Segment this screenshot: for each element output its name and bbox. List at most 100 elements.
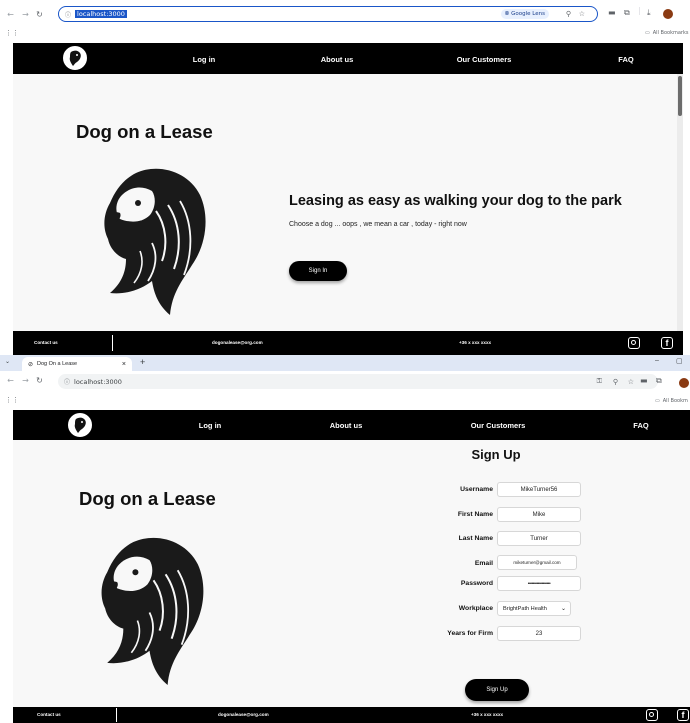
- tab-dog-on-a-lease[interactable]: ⊘ Dog On a Lease ×: [22, 357, 132, 371]
- first-name-label: First Name: [457, 511, 493, 518]
- zoom-icon[interactable]: ⚲: [613, 378, 618, 386]
- instagram-icon[interactable]: [628, 337, 640, 349]
- nav-log-in[interactable]: Log in: [193, 55, 216, 64]
- download-icon[interactable]: ⤓: [647, 8, 651, 18]
- nav-about-us[interactable]: About us: [321, 55, 354, 64]
- profile-avatar-icon[interactable]: [679, 378, 689, 388]
- footer-contact[interactable]: Contact us: [34, 340, 58, 345]
- new-tab-button[interactable]: +: [140, 357, 145, 367]
- star-icon[interactable]: ☆: [579, 10, 585, 18]
- years-for-firm-label: Years for Firm: [447, 630, 493, 637]
- site-footer: Contact us dogonalease@org.com +36 x xxx…: [13, 707, 690, 723]
- dog-logo-icon[interactable]: [68, 413, 92, 437]
- hero-subline: Choose a dog ... oops , we mean a car , …: [289, 221, 467, 228]
- site-nav: Log in About us Our Customers FAQ: [13, 43, 683, 74]
- signup-title: Sign Up: [471, 447, 521, 462]
- browser-chrome-top: ← → ↻ ⓘ localhost:3000 ⦾ Google Lens ⚲ ☆…: [0, 0, 690, 43]
- workplace-label: Workplace: [458, 605, 493, 612]
- reload-icon[interactable]: ↻: [34, 10, 45, 19]
- url-text[interactable]: localhost:3000: [75, 10, 127, 18]
- tab-search-icon[interactable]: ⌄: [5, 358, 10, 365]
- divider: |: [638, 6, 641, 15]
- footer-phone: +36 x xxx xxxx: [471, 712, 504, 717]
- zoom-icon[interactable]: ⚲: [566, 10, 571, 18]
- profile-avatar-icon[interactable]: [663, 9, 673, 19]
- forward-arrow-icon[interactable]: →: [20, 10, 31, 19]
- sign-up-button[interactable]: Sign Up: [465, 679, 529, 701]
- username-field[interactable]: MikeTurner56: [497, 482, 581, 497]
- all-bookmarks[interactable]: ▭ All Bookm: [655, 398, 688, 404]
- extensions-icon[interactable]: ⧉: [656, 376, 662, 386]
- tab-strip: ⌄ ⊘ Dog On a Lease × + – ▢: [0, 355, 690, 371]
- info-icon[interactable]: ⓘ: [65, 10, 71, 19]
- google-lens-chip[interactable]: ⦾ Google Lens: [500, 9, 549, 19]
- years-for-firm-field[interactable]: 23: [497, 626, 581, 641]
- footer-email[interactable]: dogonalease@org.com: [212, 340, 263, 345]
- workplace-selected-value: BrightPath Health: [503, 605, 547, 612]
- address-bar[interactable]: ⓘ localhost:3000 ⦾ Google Lens ⚲ ☆: [58, 6, 598, 22]
- minimize-icon[interactable]: –: [655, 357, 659, 364]
- apps-grid-icon[interactable]: ⋮⋮: [5, 396, 19, 404]
- footer-email[interactable]: dogonalease@org.com: [218, 712, 269, 717]
- signup-page: Log in About us Our Customers FAQ Dog on…: [13, 410, 690, 723]
- password-label: Password: [460, 580, 493, 587]
- brand-title: Dog on a Lease: [76, 121, 213, 142]
- instagram-icon[interactable]: [646, 709, 658, 721]
- email-field[interactable]: miketurner@gmail.com: [497, 555, 577, 570]
- workplace-select[interactable]: BrightPath Health ⌄: [497, 601, 571, 616]
- folder-icon: ▭: [655, 398, 660, 404]
- browser-chrome-bottom: ← → ↻ ⓘ localhost:3000 ⚿ ⚲ ☆ ▬ ⧉ ⋮⋮ ▭ Al…: [0, 371, 690, 410]
- facebook-icon[interactable]: f: [661, 337, 673, 349]
- star-icon[interactable]: ☆: [628, 378, 634, 386]
- chevron-down-icon: ⌄: [560, 606, 566, 612]
- nav-faq[interactable]: FAQ: [618, 55, 633, 64]
- reading-list-icon[interactable]: ▬: [640, 376, 648, 385]
- back-arrow-icon[interactable]: ←: [5, 10, 16, 19]
- nav-about-us[interactable]: About us: [330, 421, 363, 430]
- forward-arrow-icon[interactable]: →: [20, 376, 31, 385]
- extensions-icon[interactable]: ⧉: [624, 8, 630, 18]
- all-bookmarks[interactable]: ▭ All Bookmarks: [645, 30, 688, 36]
- brand-title: Dog on a Lease: [79, 488, 216, 509]
- all-bookmarks-label: All Bookm: [662, 398, 688, 404]
- google-lens-icon: ⦾: [504, 10, 510, 17]
- folder-icon: ▭: [645, 30, 650, 36]
- back-arrow-icon[interactable]: ←: [5, 376, 16, 385]
- dog-logo-icon[interactable]: [63, 46, 87, 70]
- scrollbar[interactable]: [677, 74, 683, 331]
- first-name-field[interactable]: Mike: [497, 507, 581, 522]
- nav-our-customers[interactable]: Our Customers: [471, 421, 526, 430]
- globe-icon: ⊘: [28, 361, 34, 368]
- close-tab-icon[interactable]: ×: [122, 361, 126, 368]
- footer-divider: [112, 335, 113, 351]
- screenshot-root: ← → ↻ ⓘ localhost:3000 ⦾ Google Lens ⚲ ☆…: [0, 0, 690, 723]
- info-icon[interactable]: ⓘ: [64, 377, 70, 386]
- email-label: Email: [474, 560, 493, 567]
- sign-in-button[interactable]: Sign In: [289, 261, 347, 281]
- footer-contact[interactable]: Contact us: [37, 712, 61, 717]
- nav-faq[interactable]: FAQ: [633, 421, 648, 430]
- all-bookmarks-label: All Bookmarks: [652, 30, 689, 36]
- site-footer: Contact us dogonalease@org.com +36 x xxx…: [13, 331, 683, 355]
- landing-page: Log in About us Our Customers FAQ Dog on…: [13, 43, 683, 355]
- facebook-icon[interactable]: f: [677, 709, 689, 721]
- reading-list-icon[interactable]: ▬: [608, 8, 616, 17]
- footer-phone: +36 x xxx xxxx: [459, 340, 492, 345]
- google-lens-label: Google Lens: [511, 11, 545, 17]
- username-label: Username: [460, 486, 493, 493]
- nav-our-customers[interactable]: Our Customers: [457, 55, 512, 64]
- maximize-icon[interactable]: ▢: [676, 357, 683, 365]
- last-name-label: Last Name: [458, 535, 493, 542]
- reload-icon[interactable]: ↻: [34, 376, 45, 385]
- site-nav: Log in About us Our Customers FAQ: [13, 410, 690, 440]
- nav-log-in[interactable]: Log in: [199, 421, 222, 430]
- apps-grid-icon[interactable]: ⋮⋮: [5, 29, 19, 37]
- url-text[interactable]: localhost:3000: [74, 378, 122, 386]
- password-key-icon[interactable]: ⚿: [597, 377, 602, 386]
- scrollbar-thumb[interactable]: [678, 76, 682, 116]
- password-field[interactable]: ••••••••••••••••••: [497, 576, 581, 591]
- last-name-field[interactable]: Turner: [497, 531, 581, 546]
- hero-headline: Leasing as easy as walking your dog to t…: [289, 193, 622, 209]
- address-bar[interactable]: ⓘ localhost:3000 ⚿ ⚲ ☆: [58, 374, 658, 389]
- footer-divider: [116, 708, 117, 722]
